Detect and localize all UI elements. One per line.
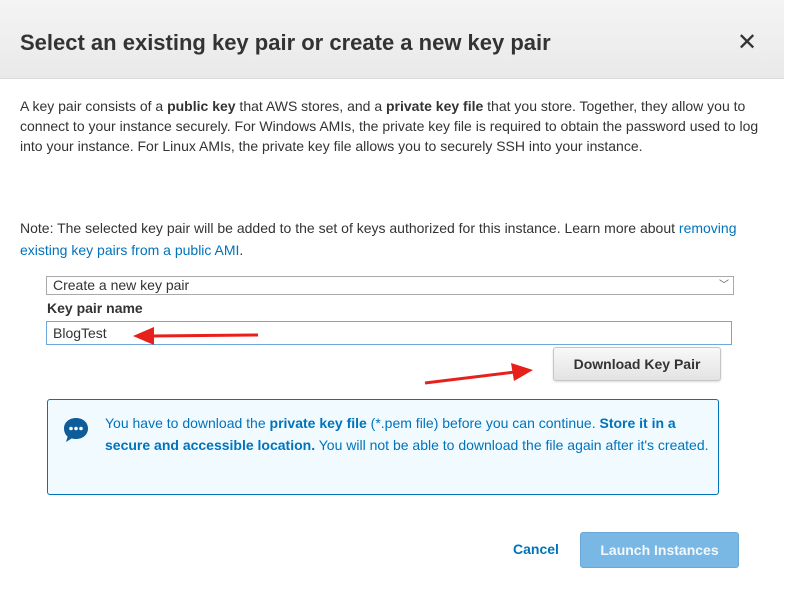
key-pair-modal: Select an existing key pair or create a …	[0, 0, 804, 602]
key-pair-select[interactable]: Create a new key pair ﹀	[46, 276, 734, 295]
chevron-down-icon: ﹀	[719, 280, 729, 291]
modal-header: Select an existing key pair or create a …	[0, 0, 784, 79]
key-pair-select-value: Create a new key pair	[53, 277, 190, 293]
download-warning-box: You have to download the private key fil…	[47, 399, 719, 495]
cancel-button[interactable]: Cancel	[513, 541, 559, 557]
key-pair-description: A key pair consists of a public key that…	[20, 96, 765, 156]
chat-bubble-dots-icon	[64, 418, 88, 442]
modal-title: Select an existing key pair or create a …	[20, 30, 551, 55]
warning-text: You will not be able to download the fil…	[315, 437, 709, 453]
arrow-to-download-icon	[424, 363, 533, 385]
warning-text: (*.pem file) before you can continue.	[366, 415, 600, 431]
download-key-pair-button[interactable]: Download Key Pair	[553, 347, 721, 381]
close-icon[interactable]: ✕	[734, 30, 760, 56]
key-pair-name-label: Key pair name	[47, 300, 143, 316]
description-text: that AWS stores, and a	[235, 98, 386, 114]
warning-text: You have to download the	[105, 415, 270, 431]
description-bold-private-key: private key file	[386, 98, 484, 114]
warning-bold-private-key-file: private key file	[269, 415, 367, 431]
download-warning-text: You have to download the private key fil…	[105, 412, 710, 456]
description-bold-public-key: public key	[167, 98, 236, 114]
key-pair-name-input[interactable]	[46, 321, 732, 345]
description-text: A key pair consists of a	[20, 98, 168, 114]
note-body: Note: The selected key pair will be adde…	[20, 220, 679, 236]
note-period: .	[239, 242, 244, 258]
launch-instances-button[interactable]: Launch Instances	[580, 532, 739, 568]
note-text: Note: The selected key pair will be adde…	[20, 217, 765, 261]
